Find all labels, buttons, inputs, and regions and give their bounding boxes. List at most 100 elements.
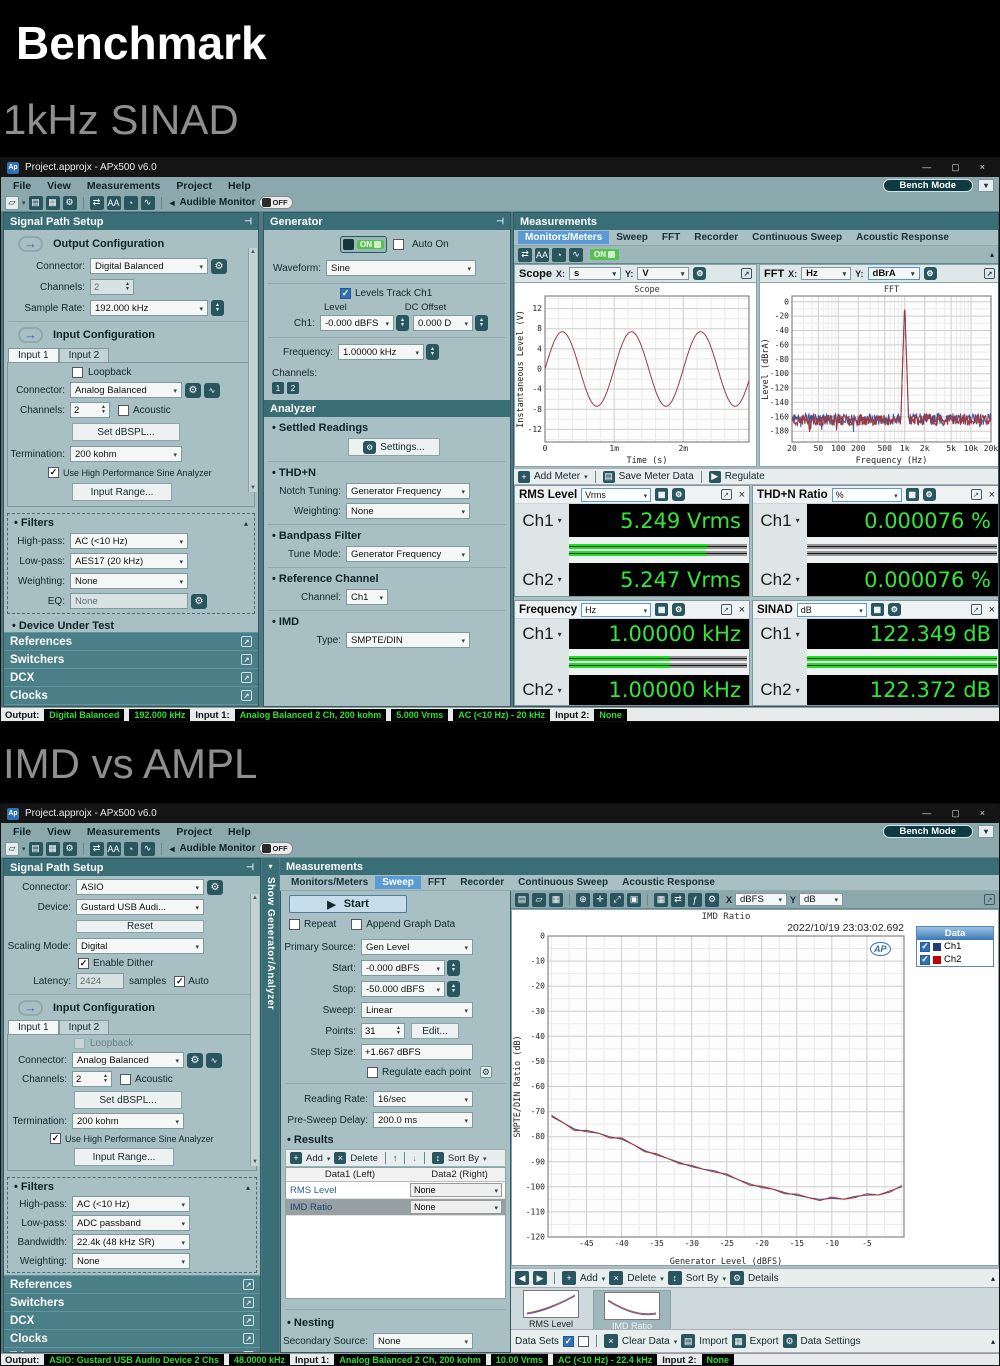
zoom-icon[interactable]: ⊕ xyxy=(576,893,590,907)
sample-rate-spinner[interactable] xyxy=(211,300,224,316)
add-meter-icon[interactable]: + xyxy=(518,471,530,483)
append-checkbox[interactable] xyxy=(351,919,362,930)
pin-icon[interactable]: ⊣ xyxy=(246,862,254,873)
scope-popout-icon[interactable] xyxy=(741,268,752,279)
popout-icon[interactable] xyxy=(241,636,252,647)
presweep-delay-select[interactable]: 200.0 ms xyxy=(373,1112,473,1128)
graph-y-select[interactable]: dB xyxy=(799,893,843,906)
tab-input1[interactable]: Input 1 xyxy=(8,1020,59,1034)
save-icon[interactable]: ▦ xyxy=(46,196,60,210)
freq-ch2-selector[interactable]: Ch2▾ xyxy=(515,675,569,705)
legend-ch2[interactable]: Ch2 xyxy=(917,953,993,966)
frequency-select[interactable]: 1.00000 kHz xyxy=(338,344,424,360)
sample-rate-select[interactable]: 192.000 kHz xyxy=(90,300,208,316)
imd-type-select[interactable]: SMPTE/DIN xyxy=(346,632,470,648)
primary-source-select[interactable]: Gen Level xyxy=(361,939,473,955)
popout-icon[interactable] xyxy=(243,1279,254,1290)
set-dbspl-button[interactable]: Set dBSPL... xyxy=(72,423,180,441)
thdn-unit-select[interactable]: % xyxy=(832,488,902,502)
imd-graph-area[interactable]: IMD Ratio 2022/10/19 23:03:02.692 -45-40… xyxy=(511,909,999,1266)
output-connector-gear-icon[interactable] xyxy=(211,259,227,274)
sweep-type-select[interactable]: Linear xyxy=(361,1002,473,1018)
reading-rate-select[interactable]: 16/sec xyxy=(373,1091,473,1107)
accordion-references[interactable]: References xyxy=(4,1275,260,1293)
open-icon[interactable]: ▤ xyxy=(29,196,43,210)
ch2-visible-checkbox[interactable] xyxy=(920,955,930,965)
freq-unit-select[interactable]: Hz xyxy=(581,603,651,617)
open-icon[interactable]: ▤ xyxy=(29,842,43,856)
results-delete-icon[interactable]: × xyxy=(334,1152,346,1164)
cursor-icon[interactable]: ⇄ xyxy=(671,893,685,907)
secondary-source-select[interactable]: None xyxy=(373,1333,473,1349)
latency-auto-checkbox[interactable] xyxy=(174,976,185,987)
menu-help[interactable]: Help xyxy=(228,826,251,838)
input-range-button[interactable]: Input Range... xyxy=(74,1148,174,1166)
pin-icon[interactable]: ⊣ xyxy=(244,216,252,227)
accordion-clocks[interactable]: Clocks xyxy=(4,686,258,704)
legend-ch1[interactable]: Ch1 xyxy=(917,940,993,953)
tab-fft[interactable]: FFT xyxy=(421,876,453,889)
tab-acoustic-response[interactable]: Acoustic Response xyxy=(615,876,722,889)
meter-close-icon[interactable] xyxy=(989,489,995,501)
meters-aa-icon[interactable]: AA xyxy=(535,248,549,262)
hps-checkbox[interactable] xyxy=(48,467,59,478)
input-range-button[interactable]: Input Range... xyxy=(72,483,172,501)
tune-mode-select[interactable]: Generator Frequency xyxy=(346,546,470,562)
meter-popout-icon[interactable] xyxy=(721,489,732,500)
new-file-icon[interactable]: ▱ xyxy=(5,196,19,210)
close-icon[interactable]: × xyxy=(980,162,985,173)
bandwidth-select[interactable]: 22.4k (48 kHz SR) xyxy=(72,1234,190,1250)
print-icon[interactable]: ▦ xyxy=(549,893,563,907)
termination-select[interactable]: 200 kohm xyxy=(70,446,182,462)
popout-icon[interactable] xyxy=(243,1315,254,1326)
dataset2-checkbox[interactable] xyxy=(578,1336,589,1347)
data-settings-button[interactable]: Data Settings xyxy=(801,1336,861,1347)
monitor-icon[interactable]: ◔ xyxy=(124,842,138,856)
repeat-checkbox[interactable] xyxy=(289,919,300,930)
input-channels-stepper[interactable]: 2▲▼ xyxy=(72,1071,112,1087)
center-icon[interactable]: ▣ xyxy=(627,893,641,907)
minimize-icon[interactable]: — xyxy=(922,162,931,173)
close-icon[interactable]: × xyxy=(980,808,985,819)
tab-recorder[interactable]: Recorder xyxy=(687,231,745,244)
first-result-icon[interactable]: ◀ xyxy=(515,1271,529,1285)
sweep-start-spinner[interactable] xyxy=(447,960,460,976)
accordion-triggers[interactable]: Triggers xyxy=(4,704,258,706)
input-mode-icon[interactable]: ∿ xyxy=(206,1053,222,1068)
scope-x-select[interactable]: s xyxy=(569,267,621,280)
meter-bar-icon[interactable]: ▦ xyxy=(655,603,668,616)
audible-monitor-toggle[interactable]: OFF xyxy=(259,842,293,855)
menu-project[interactable]: Project xyxy=(176,180,212,192)
highpass-select[interactable]: AC (<10 Hz) xyxy=(70,533,188,549)
imd-right-axis-select[interactable]: None xyxy=(410,1200,502,1214)
bench-mode-button[interactable]: Bench Mode xyxy=(883,179,973,192)
imd-header[interactable]: IMD xyxy=(272,616,510,628)
input-connector-gear-icon[interactable] xyxy=(187,1053,203,1068)
table-view-icon[interactable]: ▦ xyxy=(654,893,668,907)
show-generator-strip[interactable]: ▾ Show Generator/Analyzer xyxy=(262,858,279,1353)
move-up-icon[interactable]: ↑ xyxy=(393,1153,398,1163)
save-icon[interactable]: ▦ xyxy=(46,842,60,856)
regulate-icon[interactable]: ▶ xyxy=(709,471,721,483)
meter-gear-icon[interactable] xyxy=(672,603,685,616)
menu-view[interactable]: View xyxy=(47,826,71,838)
fft-y-select[interactable]: dBrA xyxy=(868,267,920,280)
meter-popout-icon[interactable] xyxy=(971,489,982,500)
menu-view[interactable]: View xyxy=(47,180,71,192)
input-connector-select[interactable]: Analog Balanced xyxy=(72,1052,184,1068)
collapse-icon[interactable]: ▴ xyxy=(991,1274,995,1283)
details-button[interactable]: Details xyxy=(748,1273,779,1284)
freq-ch1-selector[interactable]: Ch1▾ xyxy=(515,619,569,649)
meter-close-icon[interactable] xyxy=(739,489,745,501)
import-button[interactable]: Import xyxy=(699,1336,727,1347)
menu-measurements[interactable]: Measurements xyxy=(87,180,161,192)
sort-results-icon[interactable]: ↕ xyxy=(668,1271,682,1285)
popout-icon[interactable] xyxy=(243,1351,254,1352)
popout-icon[interactable] xyxy=(241,690,252,701)
minimize-icon[interactable]: — xyxy=(922,808,931,819)
sweep-icon[interactable]: ∿ xyxy=(141,196,155,210)
settled-readings-header[interactable]: Settled Readings xyxy=(272,422,510,434)
thdn-weighting-select[interactable]: None xyxy=(346,503,470,519)
menu-help[interactable]: Help xyxy=(228,180,251,192)
thdn-header[interactable]: THD+N xyxy=(272,467,510,479)
